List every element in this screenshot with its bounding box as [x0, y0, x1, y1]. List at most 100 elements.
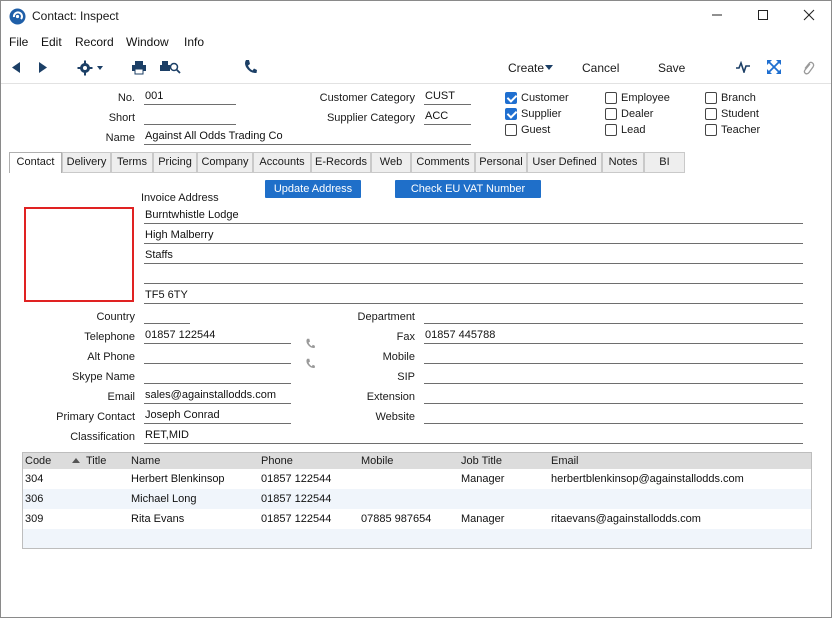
- cell-email: herbertblenkinsop@againstallodds.com: [551, 473, 744, 485]
- next-record-icon[interactable]: [38, 61, 48, 74]
- tab-personal[interactable]: Personal: [475, 152, 527, 172]
- tab-web[interactable]: Web: [371, 152, 411, 172]
- menu-window[interactable]: Window: [126, 35, 169, 49]
- column-header-code[interactable]: Code: [25, 455, 51, 467]
- phone-icon[interactable]: [243, 59, 257, 75]
- short-field[interactable]: [144, 110, 236, 125]
- cell-job-title: Manager: [461, 513, 505, 525]
- tab-bar: Contact Delivery Terms Pricing Company A…: [9, 152, 685, 173]
- tab-accounts[interactable]: Accounts: [253, 152, 311, 172]
- toolbar: Create Cancel Save: [1, 52, 831, 84]
- skype-name-field[interactable]: [144, 369, 291, 384]
- dial-alt-phone-icon[interactable]: [305, 358, 315, 368]
- close-icon: [803, 9, 815, 21]
- app-logo-icon: [9, 8, 26, 25]
- address-line-5[interactable]: TF5 6TY: [144, 289, 803, 304]
- mobile-label: Mobile: [382, 351, 415, 363]
- lead-checkbox[interactable]: [605, 124, 617, 136]
- country-label: Country: [96, 311, 135, 323]
- customer-checkbox[interactable]: [505, 92, 517, 104]
- column-header-mobile[interactable]: Mobile: [361, 455, 393, 467]
- short-label: Short: [108, 112, 135, 124]
- supplier-category-field[interactable]: ACC: [424, 110, 471, 125]
- tab-company[interactable]: Company: [197, 152, 253, 172]
- fax-field[interactable]: 01857 445788: [424, 329, 803, 344]
- dial-telephone-icon[interactable]: [305, 338, 315, 348]
- guest-checkbox[interactable]: [505, 124, 517, 136]
- extension-field[interactable]: [424, 389, 803, 404]
- menu-file[interactable]: File: [9, 35, 28, 49]
- create-button[interactable]: Create: [508, 61, 544, 75]
- dealer-checkbox[interactable]: [605, 108, 617, 120]
- tab-contact[interactable]: Contact: [9, 152, 62, 173]
- classification-field[interactable]: RET,MID: [144, 429, 803, 444]
- previous-record-icon[interactable]: [11, 61, 21, 74]
- customer-category-field[interactable]: CUST: [424, 90, 471, 105]
- column-header-title[interactable]: Title: [86, 455, 106, 467]
- no-field[interactable]: 001: [144, 90, 236, 105]
- column-header-phone[interactable]: Phone: [261, 455, 293, 467]
- alt-phone-field[interactable]: [144, 349, 291, 364]
- grid-header-row: Code Title Name Phone Mobile Job Title E…: [23, 453, 811, 469]
- primary-contact-field[interactable]: Joseph Conrad: [144, 409, 291, 424]
- settings-gear-icon[interactable]: [77, 60, 105, 76]
- menu-edit[interactable]: Edit: [41, 35, 62, 49]
- student-checkbox[interactable]: [705, 108, 717, 120]
- branch-checkbox[interactable]: [705, 92, 717, 104]
- print-icon[interactable]: [131, 60, 147, 75]
- employee-checkbox[interactable]: [605, 92, 617, 104]
- update-address-button[interactable]: Update Address: [265, 180, 361, 198]
- name-field[interactable]: Against All Odds Trading Co: [144, 130, 471, 145]
- expand-arrows-icon[interactable]: [767, 60, 781, 74]
- email-field[interactable]: sales@againstallodds.com: [144, 389, 291, 404]
- address-line-1[interactable]: Burntwhistle Lodge: [144, 209, 803, 224]
- column-header-email[interactable]: Email: [551, 455, 579, 467]
- tab-e-records[interactable]: E-Records: [311, 152, 371, 172]
- minimize-button[interactable]: [705, 5, 729, 27]
- attachment-paperclip-icon[interactable]: [801, 60, 815, 76]
- cell-name: Rita Evans: [131, 513, 185, 525]
- save-button[interactable]: Save: [658, 61, 685, 75]
- menu-record[interactable]: Record: [75, 35, 114, 49]
- maximize-button[interactable]: [751, 5, 775, 27]
- telephone-field[interactable]: 01857 122544: [144, 329, 291, 344]
- extension-label: Extension: [366, 391, 415, 403]
- empty-table-row[interactable]: [23, 529, 811, 548]
- print-preview-icon[interactable]: [159, 60, 181, 75]
- close-button[interactable]: [797, 5, 821, 27]
- tab-bi[interactable]: BI: [644, 152, 685, 172]
- create-dropdown-chevron-icon[interactable]: [545, 65, 554, 71]
- check-eu-vat-button[interactable]: Check EU VAT Number: [395, 180, 541, 198]
- activity-pulse-icon[interactable]: [735, 61, 751, 73]
- website-field[interactable]: [424, 409, 803, 424]
- teacher-checkbox[interactable]: [705, 124, 717, 136]
- column-header-name[interactable]: Name: [131, 455, 160, 467]
- tab-pricing[interactable]: Pricing: [153, 152, 197, 172]
- tab-divider: [9, 172, 685, 173]
- invoice-address-label: Invoice Address: [141, 192, 219, 204]
- lead-checkbox-label: Lead: [621, 124, 646, 136]
- cancel-button[interactable]: Cancel: [582, 61, 619, 75]
- tab-delivery[interactable]: Delivery: [62, 152, 111, 172]
- column-header-job-title[interactable]: Job Title: [461, 455, 502, 467]
- table-row[interactable]: 304 Herbert Blenkinsop 01857 122544 Mana…: [23, 469, 811, 489]
- mobile-field[interactable]: [424, 349, 803, 364]
- window-title: Contact: Inspect: [32, 9, 119, 23]
- supplier-checkbox[interactable]: [505, 108, 517, 120]
- department-field[interactable]: [424, 309, 803, 324]
- sip-field[interactable]: [424, 369, 803, 384]
- table-row[interactable]: 309 Rita Evans 01857 122544 07885 987654…: [23, 509, 811, 529]
- menu-info[interactable]: Info: [184, 35, 204, 49]
- table-row[interactable]: 306 Michael Long 01857 122544: [23, 489, 811, 509]
- tab-user-defined[interactable]: User Defined: [527, 152, 602, 172]
- cell-name: Michael Long: [131, 493, 197, 505]
- address-line-3[interactable]: Staffs: [144, 249, 803, 264]
- tab-comments[interactable]: Comments: [411, 152, 475, 172]
- country-field[interactable]: [144, 309, 190, 324]
- supplier-category-label: Supplier Category: [326, 112, 415, 124]
- tab-terms[interactable]: Terms: [111, 152, 153, 172]
- address-line-2[interactable]: High Malberry: [144, 229, 803, 244]
- highlight-box: [24, 207, 134, 302]
- tab-notes[interactable]: Notes: [602, 152, 644, 172]
- address-line-4[interactable]: [144, 269, 803, 284]
